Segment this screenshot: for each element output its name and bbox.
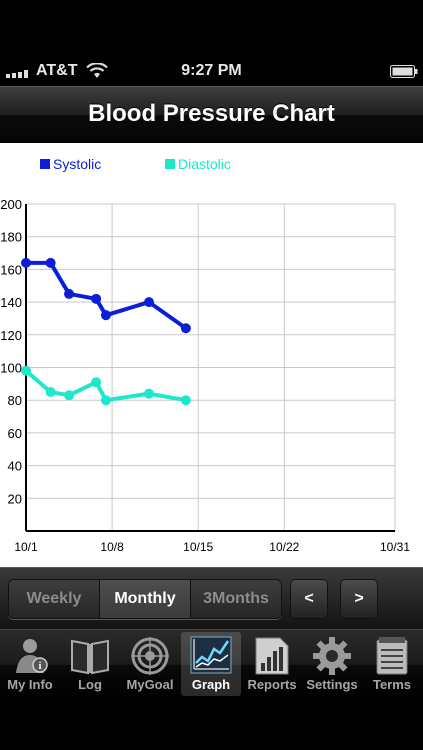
- person-info-icon: i: [16, 639, 48, 673]
- legend-swatch-systolic: [40, 159, 50, 169]
- tab-label: MyGoal: [126, 677, 174, 692]
- segment-monthly[interactable]: Monthly: [100, 580, 191, 618]
- tab-label: Terms: [372, 677, 412, 692]
- data-point-diastolic: [91, 377, 102, 388]
- legend-label-diastolic: Diastolic: [178, 156, 231, 172]
- y-tick-label: 80: [8, 393, 22, 408]
- data-point-systolic: [64, 288, 75, 299]
- y-tick-label: 200: [0, 197, 22, 212]
- tab-bar: i My Info Log MyGoal Graph Reports Settings Ter…: [0, 629, 423, 699]
- tab-settings[interactable]: Settings: [302, 632, 362, 696]
- data-point-systolic: [144, 297, 154, 308]
- tab-graph[interactable]: Graph: [181, 632, 241, 696]
- range-toolbar: Weekly Monthly 3Months < >: [0, 567, 423, 630]
- x-tick-label: 10/15: [183, 540, 213, 554]
- page-title: Blood Pressure Chart: [88, 100, 335, 127]
- report-document-icon: [255, 637, 289, 675]
- data-point-systolic: [45, 257, 56, 268]
- tab-reports[interactable]: Reports: [242, 632, 302, 696]
- y-tick-label: 100: [0, 361, 22, 376]
- x-tick-label: 10/8: [100, 540, 124, 554]
- x-tick-label: 10/1: [14, 540, 38, 554]
- data-point-diastolic: [100, 395, 111, 406]
- gear-icon: [313, 637, 351, 675]
- tab-label: Log: [78, 677, 102, 692]
- y-tick-label: 60: [8, 426, 22, 441]
- clock: 9:27 PM: [181, 62, 242, 79]
- data-point-diastolic: [64, 390, 75, 401]
- navigation-bar: Blood Pressure Chart: [0, 86, 423, 144]
- x-tick-label: 10/22: [269, 540, 299, 554]
- data-point-diastolic: [144, 388, 154, 399]
- notepad-icon: [376, 637, 408, 675]
- legend-swatch-diastolic: [165, 159, 175, 169]
- target-icon: [131, 637, 169, 675]
- tab-log[interactable]: Log: [60, 632, 120, 696]
- blood-pressure-chart: 20 40 60 80 100 120 140 160 180 200 10/1 10/8 10/15 1…: [0, 156, 410, 554]
- y-tick-label: 160: [0, 262, 22, 277]
- tab-terms[interactable]: Terms: [362, 632, 422, 696]
- bottom-bezel: [0, 698, 423, 750]
- tab-label: My Info: [7, 677, 53, 692]
- next-button[interactable]: >: [340, 579, 378, 619]
- y-tick-label: 120: [0, 328, 22, 343]
- status-bar: [0, 0, 423, 40]
- segment-weekly[interactable]: Weekly: [9, 580, 100, 618]
- data-point-systolic: [100, 310, 111, 321]
- data-point-systolic: [91, 293, 102, 304]
- y-tick-label: 20: [8, 491, 22, 506]
- open-book-icon: [71, 639, 109, 675]
- data-point-diastolic: [45, 387, 56, 398]
- segment-3months[interactable]: 3Months: [191, 580, 281, 618]
- data-point-systolic: [180, 323, 191, 334]
- data-point-diastolic: [21, 365, 31, 376]
- previous-button[interactable]: <: [290, 579, 328, 619]
- range-segmented-control: Weekly Monthly 3Months: [8, 579, 282, 619]
- tab-label: Graph: [191, 677, 231, 692]
- tab-mygoal[interactable]: MyGoal: [120, 632, 180, 696]
- tab-my-info[interactable]: i My Info: [0, 632, 60, 696]
- x-tick-label: 10/31: [380, 540, 410, 554]
- tab-label: Settings: [306, 677, 358, 692]
- y-tick-label: 40: [8, 459, 22, 474]
- tab-label: Reports: [247, 677, 297, 692]
- data-point-diastolic: [180, 395, 191, 406]
- legend-label-systolic: Systolic: [53, 156, 101, 172]
- battery-icon: [390, 65, 418, 78]
- y-tick-label: 140: [0, 295, 22, 310]
- y-tick-label: 180: [0, 230, 22, 245]
- svg-text:i: i: [39, 661, 42, 672]
- chart-area: 20 40 60 80 100 120 140 160 180 200 10/1 10/8 10/15 1…: [0, 143, 423, 567]
- data-point-systolic: [21, 257, 31, 268]
- line-graph-icon: [190, 636, 232, 674]
